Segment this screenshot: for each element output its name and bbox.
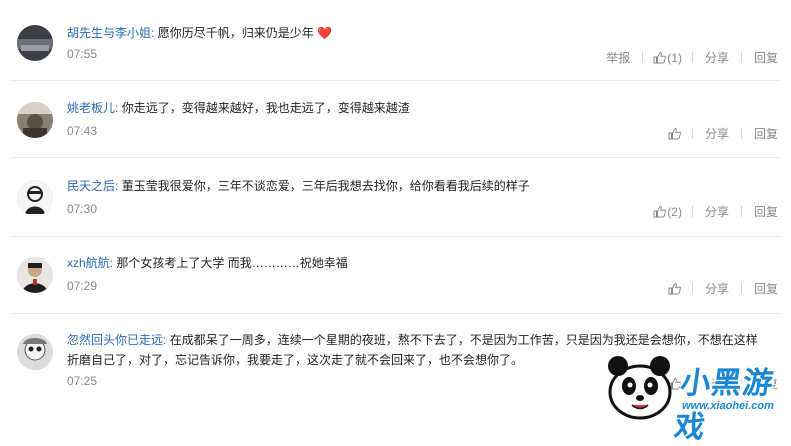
heart-emoji: ❤️ xyxy=(317,26,333,40)
comment-divider xyxy=(10,157,781,158)
comment-username[interactable]: 忽然回头你已走远 xyxy=(67,333,163,347)
divider xyxy=(691,128,693,139)
divider xyxy=(740,206,742,217)
avatar[interactable] xyxy=(17,334,53,370)
thumbs-up-icon xyxy=(668,282,681,295)
divider xyxy=(642,52,644,63)
like-button[interactable] xyxy=(668,282,682,295)
thumbs-up-icon xyxy=(668,127,681,140)
share-button[interactable]: 分享 xyxy=(703,125,731,142)
watermark-logo: 小黑游戏 www.xiaohei.com xyxy=(600,348,791,444)
comment-text: 那个女孩考上了大学 而我…………祝她幸福 xyxy=(116,256,348,270)
comment-divider xyxy=(10,236,781,237)
comment-time: 07:55 xyxy=(67,47,98,61)
comment-text: 愿你历尽千帆，归来仍是少年 xyxy=(157,26,314,40)
comment-text: 董玉莹我很爱你，三年不谈恋爱，三年后我想去找你，给你看看我后续的样子 xyxy=(121,179,530,193)
divider xyxy=(740,128,742,139)
share-button[interactable]: 分享 xyxy=(703,203,731,220)
comment-item: 民天之后: 董玉莹我很爱你，三年不谈恋爱，三年后我想去找你，给你看看我后续的样子… xyxy=(0,176,791,252)
comment-time: 07:29 xyxy=(67,279,98,293)
comment-actions: 分享 回复 xyxy=(668,125,780,142)
panda-mascot-icon xyxy=(608,356,672,420)
divider xyxy=(691,52,693,63)
comment-item: 姚老板儿: 你走远了，变得越来越好，我也走远了，变得越来越渣 07:43 分享 … xyxy=(0,98,791,174)
divider xyxy=(691,206,693,217)
comment-time: 07:43 xyxy=(67,124,98,138)
thumbs-up-icon xyxy=(653,205,667,218)
comment-username[interactable]: 胡先生与李小姐 xyxy=(67,26,151,40)
like-count: (1) xyxy=(667,50,682,65)
share-button[interactable]: 分享 xyxy=(703,280,731,297)
comment-username[interactable]: 民天之后 xyxy=(67,179,115,193)
reply-button[interactable]: 回复 xyxy=(752,49,780,66)
thumbs-up-icon xyxy=(653,51,667,64)
like-button[interactable]: (1) xyxy=(653,51,682,65)
comment-item: 胡先生与李小姐: 愿你历尽千帆，归来仍是少年 ❤️ 07:55 举报 (1) 分… xyxy=(0,23,791,99)
comment-divider xyxy=(10,80,781,81)
reply-button[interactable]: 回复 xyxy=(752,203,780,220)
comment-item: xzh航航: 那个女孩考上了大学 而我…………祝她幸福 07:29 分享 回复 xyxy=(0,253,791,329)
reply-button[interactable]: 回复 xyxy=(752,125,780,142)
comment-actions: (2) 分享 回复 xyxy=(653,203,780,220)
divider xyxy=(740,52,742,63)
comment-actions: 分享 回复 xyxy=(668,280,780,297)
share-button[interactable]: 分享 xyxy=(703,49,731,66)
like-button[interactable]: (2) xyxy=(653,205,682,219)
watermark-url: www.xiaohei.com xyxy=(682,400,774,412)
divider xyxy=(691,283,693,294)
avatar[interactable] xyxy=(17,102,53,138)
avatar[interactable] xyxy=(17,25,53,61)
avatar[interactable] xyxy=(17,257,53,293)
comment-time: 07:25 xyxy=(67,374,98,388)
like-button[interactable] xyxy=(668,127,682,140)
comment-username[interactable]: xzh航航 xyxy=(67,256,110,270)
comment-divider xyxy=(10,313,781,314)
reply-button[interactable]: 回复 xyxy=(752,280,780,297)
comment-actions: 举报 (1) 分享 回复 xyxy=(604,49,780,66)
comment-time: 07:30 xyxy=(67,202,98,216)
like-count: (2) xyxy=(667,204,682,219)
report-button[interactable]: 举报 xyxy=(604,49,632,66)
comment-text: 你走远了，变得越来越好，我也走远了，变得越来越渣 xyxy=(121,101,410,115)
divider xyxy=(740,283,742,294)
comment-username[interactable]: 姚老板儿 xyxy=(67,101,115,115)
avatar[interactable] xyxy=(17,180,53,216)
